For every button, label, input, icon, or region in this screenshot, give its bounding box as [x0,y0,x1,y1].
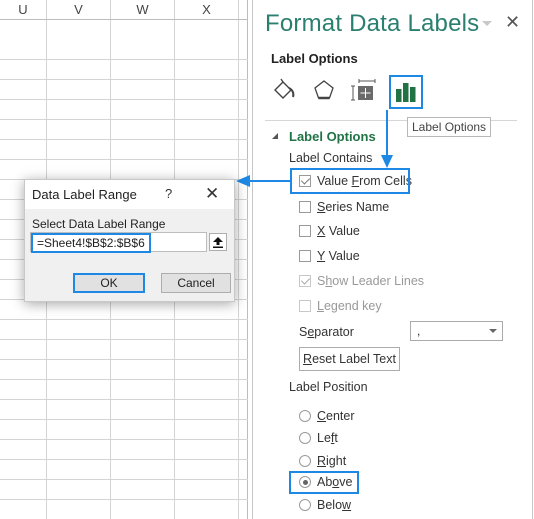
checkbox-label: Legend key [317,299,382,313]
radio-icon[interactable] [299,410,311,422]
radio-icon[interactable] [299,499,311,511]
grid-row-line [0,419,248,420]
grid-row-line [0,439,248,440]
pane-title: Format Data Labels [265,10,480,37]
checkbox-icon [299,300,311,312]
grid-row-line [0,359,248,360]
radio-label: Center [317,409,355,423]
arrow-up-icon [213,236,223,248]
checkbox-icon[interactable] [299,201,311,213]
radio-icon[interactable] [299,432,311,444]
checkbox-option: Show Leader Lines [299,271,424,291]
checkbox-label: Show Leader Lines [317,274,425,288]
size-properties-icon [351,79,376,101]
checkbox-label: Series Name [317,200,390,214]
grid-row-line [0,339,248,340]
data-label-range-dialog: Data Label Range ? ✕ Select Data Label R… [24,179,235,302]
column-header-v[interactable]: V [47,0,110,19]
checkbox-option[interactable]: Series Name [299,197,389,217]
grid-row-line [0,59,248,60]
checkbox-icon[interactable] [299,225,311,237]
radio-label: Left [317,431,338,445]
tooltip-label-options: Label Options [407,117,492,137]
checkbox-checked-icon [299,275,311,287]
dialog-close-button[interactable]: ✕ [205,184,219,204]
column-header-x[interactable]: X [175,0,238,19]
grid-row-line [0,99,248,100]
checkbox-label: Y Value [317,249,360,263]
grid-row-line [0,319,248,320]
tab-size-properties[interactable] [349,75,379,105]
highlight-above [289,471,359,494]
grid-row-line [0,479,248,480]
group-label-options[interactable]: Label Options [289,129,376,144]
dialog-title: Data Label Range [32,187,137,202]
separator-value: , [417,324,421,338]
grid-row-line [0,19,248,20]
grid-row-line [0,139,248,140]
tab-fill-line[interactable] [269,75,299,105]
range-input-value[interactable]: =Sheet4!$B$2:$B$6 [31,233,151,253]
position-radio-option[interactable]: Below [299,495,351,515]
tab-effects[interactable] [309,75,339,105]
radio-label: Below [317,498,352,512]
separator-label: Separator [299,325,354,339]
label-position-heading: Label Position [289,380,368,394]
radio-icon[interactable] [299,455,311,467]
chevron-down-icon [489,329,497,333]
range-prompt-label: Select Data Label Range [32,217,166,231]
grid-row-line [0,399,248,400]
bar-chart-icon [396,83,416,102]
checkbox-label: X Value [317,224,360,238]
range-input[interactable]: =Sheet4!$B$2:$B$6 [30,232,207,253]
collapse-triangle-icon[interactable] [272,133,278,139]
checkbox-icon[interactable] [299,250,311,262]
cancel-button[interactable]: Cancel [161,273,231,293]
grid-row-line [0,159,248,160]
pane-options-dropdown-icon[interactable] [482,21,492,26]
grid-row-line [0,379,248,380]
position-radio-option[interactable]: Left [299,428,338,448]
grid-row-line [0,459,248,460]
help-button[interactable]: ? [165,186,172,201]
checkbox-option: Legend key [299,296,382,316]
reset-label-text-button[interactable]: Reset Label Text [299,347,400,371]
grid-row-line [0,119,248,120]
dialog-titlebar[interactable]: Data Label Range ? ✕ [25,180,234,209]
ok-button[interactable]: OK [73,273,145,293]
column-header-u[interactable]: U [0,0,46,19]
checkbox-option[interactable]: Y Value [299,246,360,266]
grid-row-line [0,79,248,80]
separator-select[interactable]: , [410,321,503,341]
grid-row-line [0,499,248,500]
section-label-options[interactable]: Label Options [271,51,358,66]
tab-label-options[interactable] [389,75,423,109]
collapse-dialog-button[interactable] [209,233,227,251]
position-radio-option[interactable]: Right [299,451,346,471]
pane-close-button[interactable]: ✕ [505,12,520,33]
radio-label: Right [317,454,347,468]
position-radio-option[interactable]: Center [299,406,355,426]
pentagon-icon [314,80,334,100]
column-header-w[interactable]: W [111,0,174,19]
format-data-labels-pane: Format Data Labels ✕ Label Options Label… [252,0,533,519]
highlight-value-from-cells [290,168,410,194]
checkbox-option[interactable]: X Value [299,221,360,241]
label-contains-heading: Label Contains [289,151,373,165]
paint-bucket-icon [274,78,295,99]
